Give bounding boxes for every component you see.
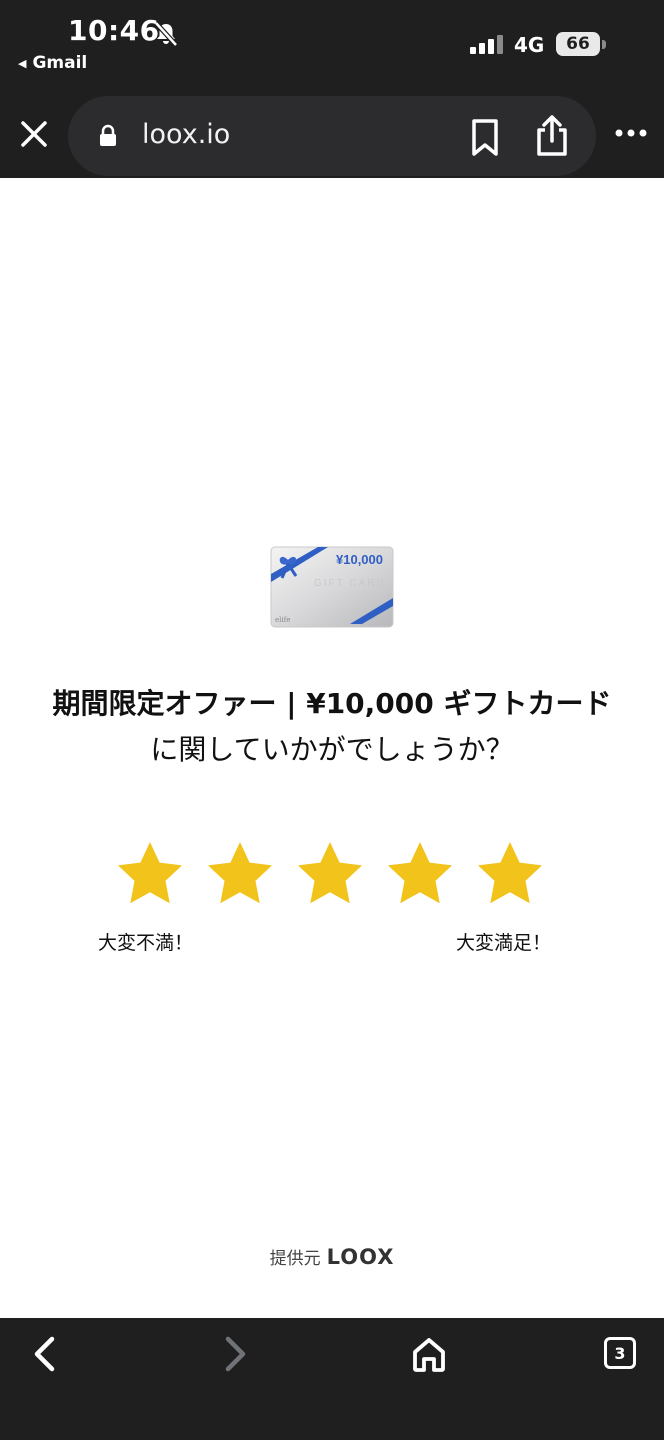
address-field[interactable]: loox.io (68, 96, 596, 176)
close-button[interactable] (14, 116, 54, 152)
lock-icon (100, 124, 116, 146)
share-icon[interactable] (532, 114, 572, 158)
gift-card-brand: elife (275, 616, 290, 624)
question-subtitle: に関していかがでしょうか？ (150, 733, 514, 766)
star-5-icon[interactable] (476, 840, 544, 906)
powered-by-text: 提供元 (269, 1249, 321, 1269)
battery-nub (602, 40, 606, 49)
browser-url-bar: loox.io (0, 88, 664, 178)
gift-card-text: GIFT CARD (314, 578, 386, 589)
back-icon[interactable] (30, 1336, 60, 1372)
powered-by: 提供元 LOOX (0, 1244, 664, 1270)
tab-switcher-button[interactable]: 3 (604, 1337, 636, 1369)
star-3-icon[interactable] (296, 840, 364, 906)
back-app-label: Gmail (32, 53, 88, 73)
forward-icon[interactable] (220, 1336, 250, 1372)
offer-title: 期間限定オファー | ¥10,000 ギフトカード (52, 687, 612, 720)
gift-card-image: ¥10,000 GIFT CARD elife (270, 546, 394, 628)
network-type: 4G (514, 33, 545, 57)
star-rating (116, 840, 544, 906)
star-4-icon[interactable] (386, 840, 454, 906)
rating-high-label: 大変満足！ (456, 932, 552, 954)
battery-indicator: 66 (556, 32, 600, 56)
back-to-app-link[interactable]: ◀ Gmail (18, 53, 87, 73)
url-text: loox.io (142, 119, 231, 150)
rating-low-label: 大変不満！ (98, 932, 194, 954)
loox-logo[interactable]: LOOX (327, 1245, 395, 1269)
cellular-signal-icon (470, 34, 503, 54)
star-2-icon[interactable] (206, 840, 274, 906)
back-triangle-icon: ◀ (18, 56, 27, 70)
bookmark-icon[interactable] (468, 118, 502, 158)
close-icon (21, 121, 47, 147)
star-1-icon[interactable] (116, 840, 184, 906)
status-bar: 10:46 ◀ Gmail 4G 66 (0, 0, 664, 88)
clock: 10:46 (68, 14, 160, 47)
browser-toolbar: 3 (0, 1318, 664, 1440)
home-icon[interactable] (410, 1335, 448, 1373)
more-icon[interactable] (614, 126, 648, 140)
gift-card-amount: ¥10,000 (336, 552, 383, 567)
bell-muted-icon (154, 21, 178, 47)
